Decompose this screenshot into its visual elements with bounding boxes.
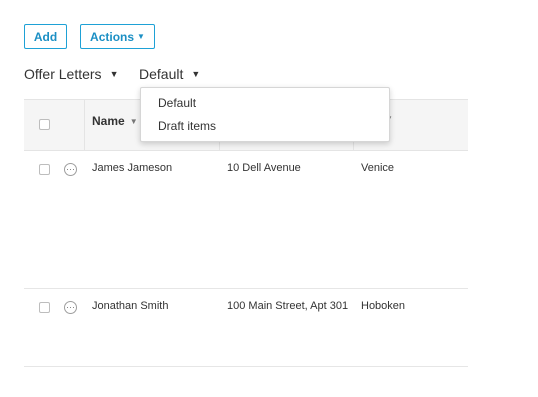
column-divider xyxy=(84,100,85,151)
actions-button[interactable]: Actions ▼ xyxy=(80,24,155,49)
table-row[interactable]: ··· James Jameson 10 Dell Avenue Venice xyxy=(24,151,468,289)
dropdown-option-draft-items[interactable]: Draft items xyxy=(158,119,216,133)
actions-button-label: Actions xyxy=(90,29,135,44)
add-button[interactable]: Add xyxy=(24,24,67,49)
cell-name: James Jameson xyxy=(92,162,173,174)
caret-down-icon: ▼ xyxy=(109,69,119,79)
dropdown-option-default[interactable]: Default xyxy=(158,96,196,110)
more-horizontal-icon[interactable]: ··· xyxy=(64,301,77,314)
row-checkbox[interactable] xyxy=(39,302,50,313)
cell-address: 100 Main Street, Apt 301 xyxy=(227,300,349,312)
sort-caret-icon: ▼ xyxy=(129,116,138,126)
table-row[interactable]: ··· Jonathan Smith 100 Main Street, Apt … xyxy=(24,289,468,367)
cell-address: 10 Dell Avenue xyxy=(227,162,301,174)
column-header-name-label: Name xyxy=(92,114,125,128)
cell-city: Hoboken xyxy=(361,300,406,312)
row-checkbox[interactable] xyxy=(39,164,50,175)
caret-down-icon: ▼ xyxy=(191,69,201,79)
select-all-checkbox[interactable] xyxy=(39,119,50,130)
cell-name: Jonathan Smith xyxy=(92,300,169,312)
view-dropdown-menu: Default Draft items xyxy=(140,87,390,142)
list-selector-label: Offer Letters xyxy=(24,66,102,82)
view-selector[interactable]: Default ▼ xyxy=(139,66,200,82)
list-selector[interactable]: Offer Letters ▼ xyxy=(24,66,118,82)
caret-down-icon: ▼ xyxy=(137,32,145,41)
more-horizontal-icon[interactable]: ··· xyxy=(64,163,77,176)
cell-city: Venice xyxy=(361,162,395,174)
view-selector-label: Default xyxy=(139,66,184,82)
add-button-label: Add xyxy=(33,29,58,44)
column-header-name[interactable]: Name ▼ xyxy=(92,114,138,128)
